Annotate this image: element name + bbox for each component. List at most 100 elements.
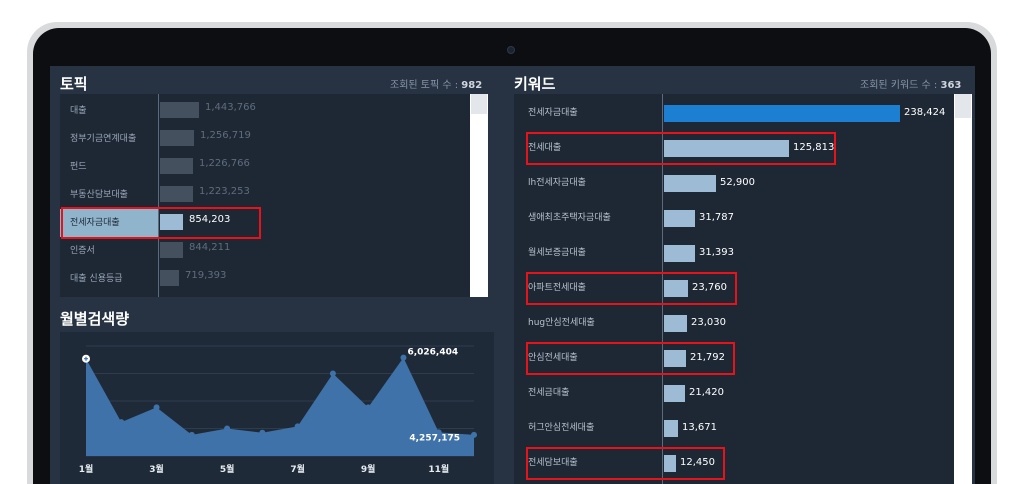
keyword-row-value: 31,393 [699,247,734,258]
keyword-row-bar [664,420,678,437]
topic-table: 대출 1,443,766 정부기금연계대출 1,256,719 펀드 1,226,766 부… [60,94,488,297]
monthly-data-point[interactable] [365,404,372,411]
keyword-row-label: 전세자금대출 [528,108,578,118]
keyword-row[interactable]: lh전세자금대출 52,900 [514,165,954,200]
monthly-data-point[interactable] [471,431,477,438]
topic-row-value: 1,226,766 [199,158,250,169]
keyword-row[interactable]: 허그안심전세대출 13,671 [514,410,954,445]
keyword-row-value: 23,030 [691,317,726,328]
keyword-row-label: lh전세자금대출 [528,178,586,188]
x-tick-label: 1월 [79,463,94,475]
topic-row-bar [160,214,183,230]
keyword-count-value: 363 [940,80,962,91]
topic-count-value: 982 [461,80,483,91]
topic-count: 조회된 토픽 수 : 982 [390,76,482,91]
keyword-row-bar [664,350,686,367]
keyword-row-bar [664,245,695,262]
monthly-data-point[interactable] [329,370,336,377]
keyword-count-label: 조회된 키워드 수 : [860,80,938,91]
keyword-row[interactable]: 월세보증금대출 31,393 [514,235,954,270]
topic-panel-title: 토픽 [60,75,88,93]
keyword-row[interactable]: 안심전세대출 21,792 [514,340,954,375]
topic-row-label: 대출 [70,106,87,116]
topic-scrollbar[interactable] [470,94,488,297]
topic-row-bar [160,270,179,286]
keyword-row-label: 전세금대출 [528,388,570,398]
topic-row-label: 정부기금연계대출 [70,134,137,144]
monthly-data-point[interactable] [259,429,266,436]
topic-row[interactable]: 대출 신용등급 719,393 [60,265,470,293]
keyword-row-label: 안심전세대출 [528,353,578,363]
topic-row[interactable]: 인증서 844,211 [60,237,470,265]
topic-row[interactable]: 펀드 1,226,766 [60,153,470,181]
keyword-row-label: hug안심전세대출 [528,318,595,328]
keyword-row-bar [664,280,688,297]
keyword-scrollbar[interactable] [954,94,972,484]
topic-row-label: 대출 신용등급 [70,274,123,284]
dashboard-screen: 토픽 조회된 토픽 수 : 982 대출 1,443,766 정부기금연계대출 1,2… [50,66,975,484]
monthly-data-point[interactable] [153,404,160,411]
monthly-area-chart: 1월 3월 5월 7월 9월 11월 6,026,404 4,257,175 [79,345,477,475]
monthly-data-point[interactable] [188,431,195,438]
topic-row[interactable]: 부동산담보대출 1,223,253 [60,181,470,209]
keyword-row[interactable]: 생애최초주택자금대출 31,787 [514,200,954,235]
keyword-row-value: 23,760 [692,282,727,293]
keyword-row-bar [664,455,676,472]
topic-row-value: 854,203 [189,214,231,225]
keyword-row-value: 31,787 [699,212,734,223]
keyword-row-value: 238,424 [904,107,946,118]
keyword-row-value: 21,420 [689,387,724,398]
keyword-row[interactable]: 전세자금대출 238,424 [514,95,954,130]
keyword-count: 조회된 키워드 수 : 363 [860,76,961,91]
x-tick-label: 5월 [220,463,235,475]
topic-row-bar [160,102,199,118]
topic-row-bar [160,242,183,258]
topic-row-label: 인증서 [70,246,95,256]
chart-data-label: 6,026,404 [407,348,458,358]
keyword-row-label: 전세담보대출 [528,458,578,468]
keyword-row-bar [664,175,716,192]
monthly-data-point[interactable] [224,425,231,432]
monthly-data-point[interactable] [294,423,301,430]
topic-row-value: 844,211 [189,242,231,253]
keyword-row-label: 전세대출 [528,143,562,153]
topic-count-label: 조회된 토픽 수 : [390,80,459,91]
keyword-row-bar [664,140,789,157]
keyword-row[interactable]: hug안심전세대출 23,030 [514,305,954,340]
topic-row-value: 1,443,766 [205,102,256,113]
keyword-row-label: 월세보증금대출 [528,248,586,258]
keyword-row[interactable]: 아파트전세대출 23,760 [514,270,954,305]
topic-scrollbar-thumb[interactable] [471,94,487,114]
keyword-row-value: 52,900 [720,177,755,188]
topic-row[interactable]: 대출 1,443,766 [60,97,470,125]
topic-row[interactable]: 정부기금연계대출 1,256,719 [60,125,470,153]
chart-data-label: 4,257,175 [409,433,460,443]
monthly-chart: 1월 3월 5월 7월 9월 11월 6,026,404 4,257,175 [60,332,494,484]
keyword-row-value: 12,450 [680,457,715,468]
topic-row-label: 펀드 [70,162,87,172]
keyword-row[interactable]: 전세대출 125,813 [514,130,954,165]
topic-row[interactable]: 전세자금대출 854,203 [60,209,470,237]
keyword-row-bar [664,385,685,402]
topic-row-bar [160,186,193,202]
keyword-row-bar [664,315,687,332]
x-tick-label: 11월 [428,463,449,475]
keyword-row-bar [664,210,695,227]
keyword-row[interactable]: 전세금대출 21,420 [514,375,954,410]
keyword-row[interactable]: 전세담보대출 12,450 [514,445,954,480]
keyword-row-label: 생애최초주택자금대출 [528,213,611,223]
topic-row-value: 1,223,253 [199,186,250,197]
topic-row-bar [160,158,193,174]
keyword-row-label: 허그안심전세대출 [528,423,595,433]
keyword-row-value: 21,792 [690,352,725,363]
webcam-icon [507,46,515,54]
keyword-table: 전세자금대출 238,424 전세대출 125,813 lh전세자금대출 52,900 생애… [514,94,972,484]
monthly-data-point[interactable] [400,354,407,361]
topic-row-label: 부동산담보대출 [70,190,128,200]
monthly-data-point[interactable] [118,419,125,426]
monthly-panel-title: 월별검색량 [60,310,130,328]
keyword-scrollbar-thumb[interactable] [955,94,971,118]
keyword-row-value: 13,671 [682,422,717,433]
topic-row-value: 1,256,719 [200,130,251,141]
x-tick-label: 7월 [290,463,305,475]
